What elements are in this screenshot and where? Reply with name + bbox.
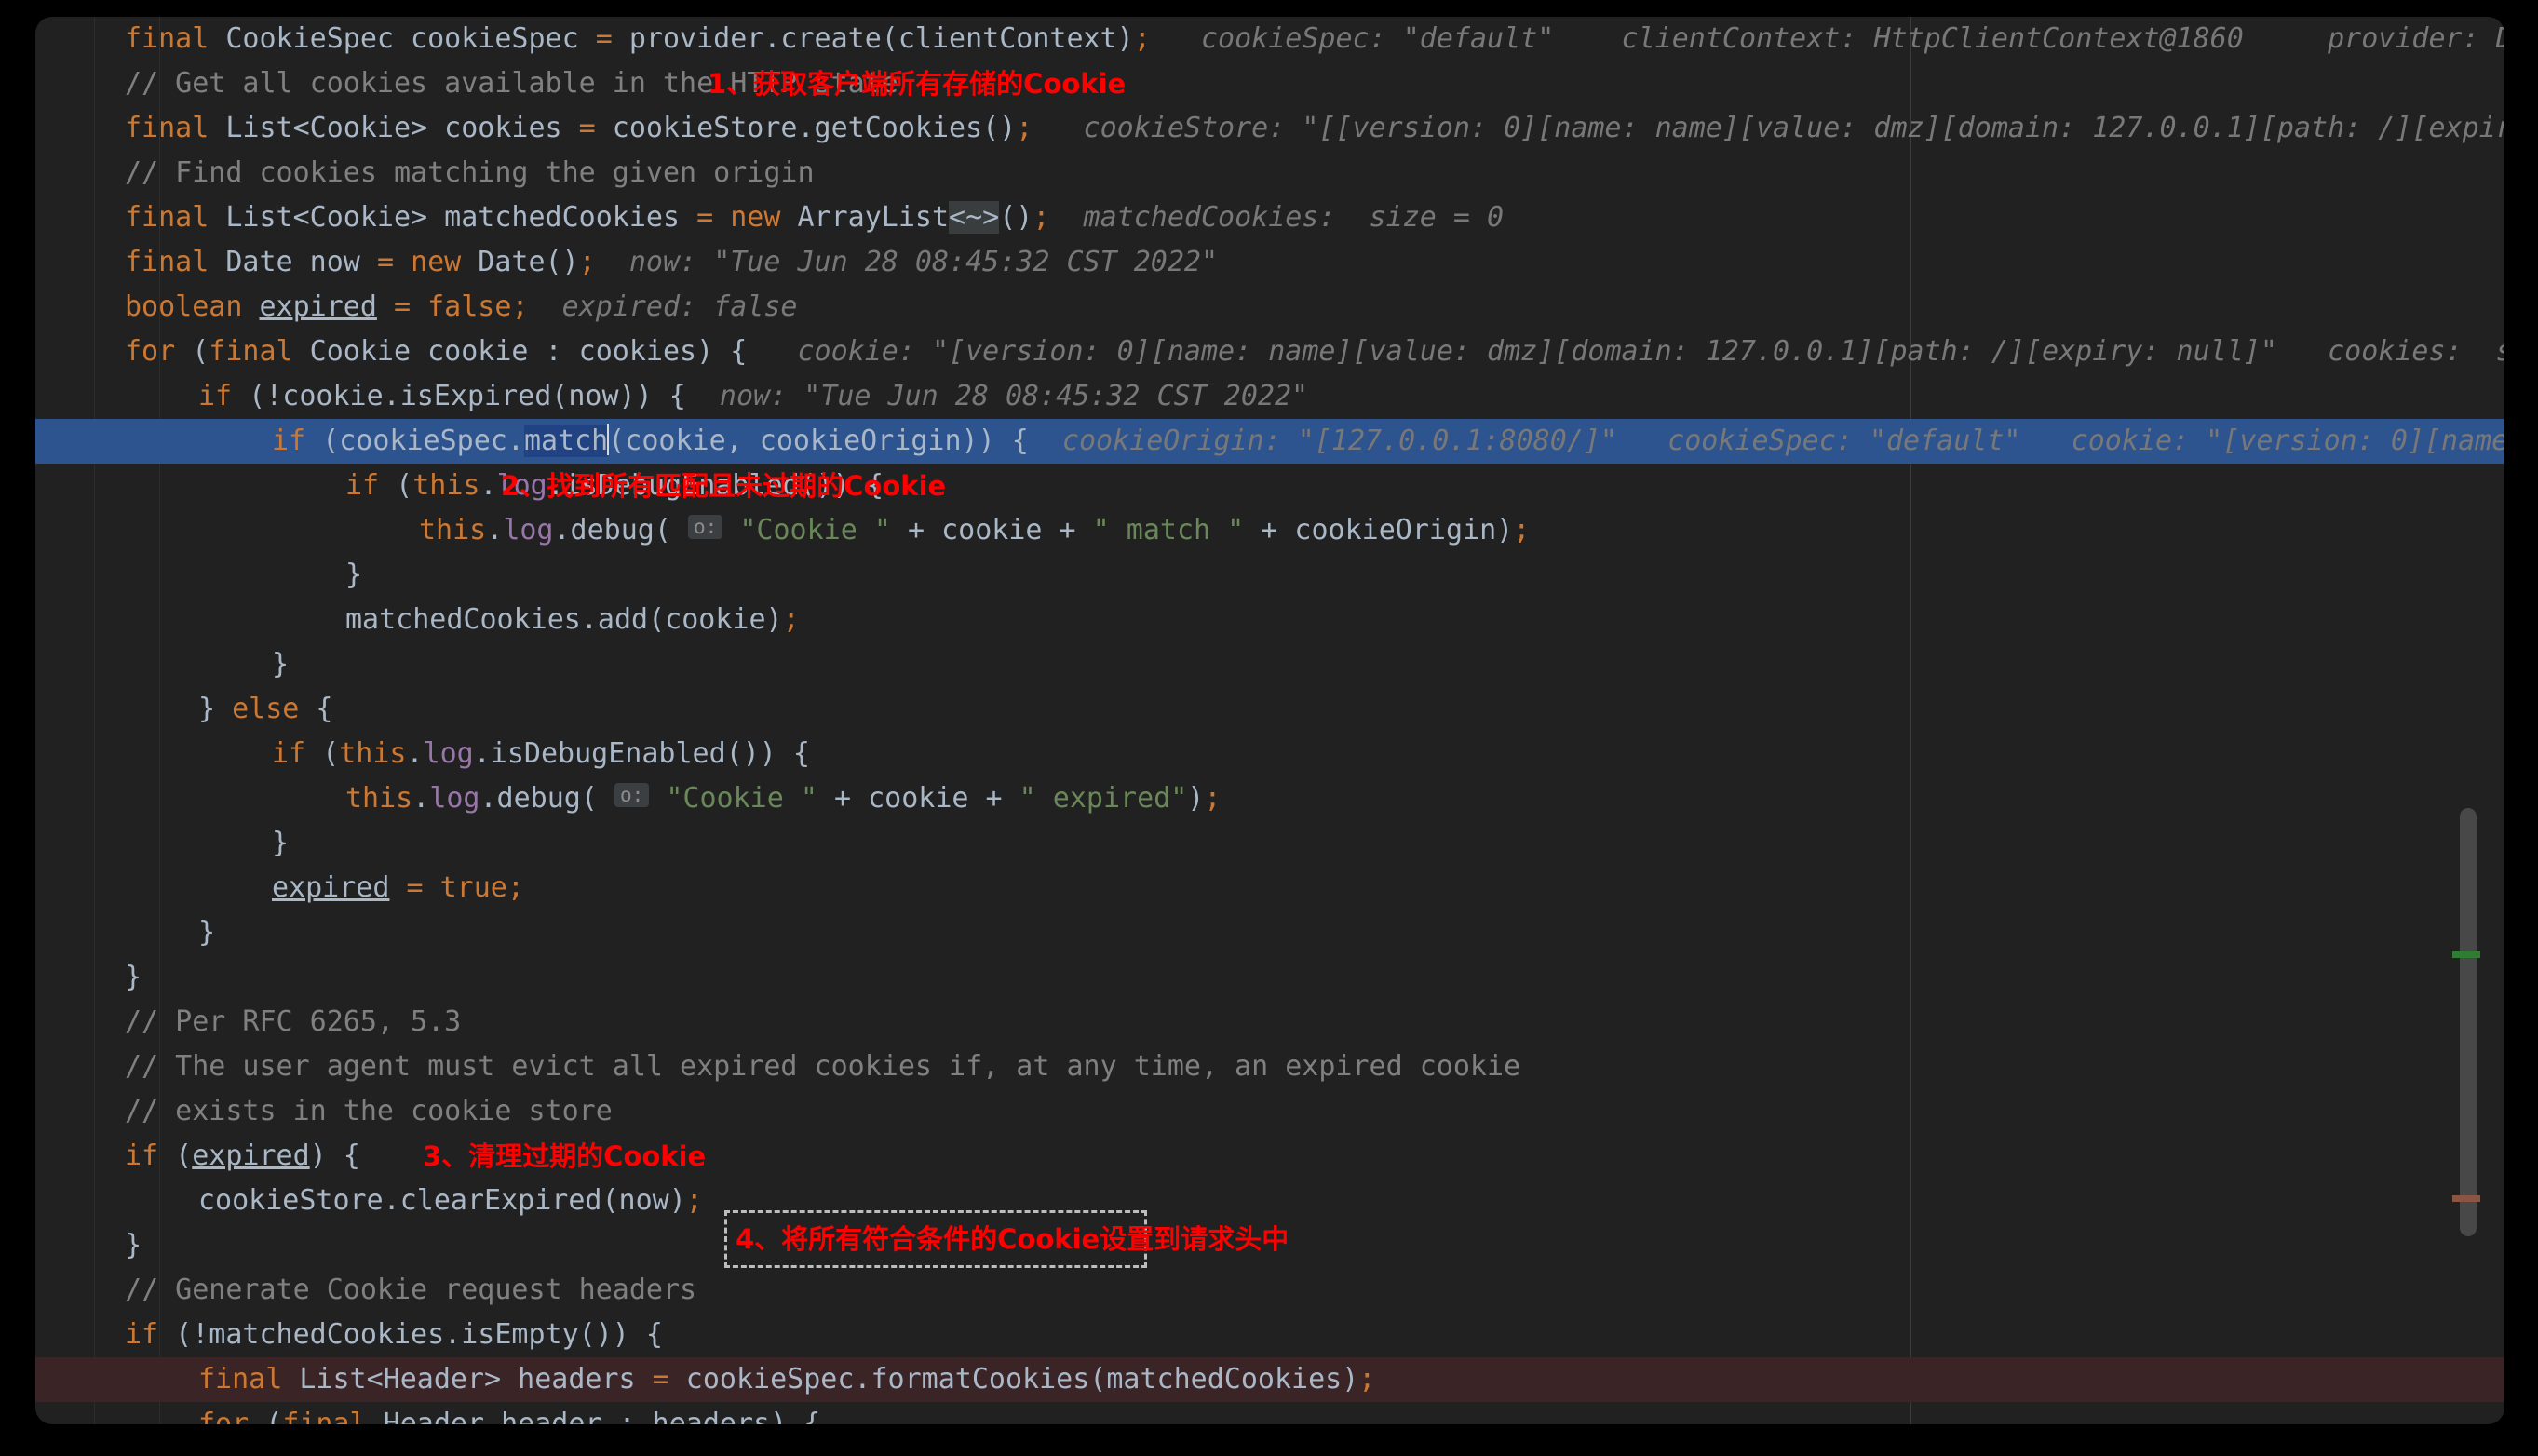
code-line[interactable]: final CookieSpec cookieSpec = provider.c… — [35, 17, 2504, 61]
annotation-step-3: 3、清理过期的Cookie — [423, 1140, 707, 1172]
code-line[interactable]: } — [35, 910, 2504, 955]
code-line[interactable]: } — [35, 642, 2504, 687]
annotation-step-4: 4、将所有符合条件的Cookie设置到请求头中 — [736, 1223, 1289, 1255]
code-line[interactable]: boolean expired = false; expired: false — [35, 285, 2504, 330]
vcs-added-marker[interactable] — [2452, 951, 2480, 958]
code-line[interactable]: this.log.debug( o: "Cookie " + cookie + … — [35, 776, 2504, 821]
code-line[interactable]: if (!matchedCookies.isEmpty()) { — [35, 1313, 2504, 1357]
code-line-comment[interactable]: // exists in the cookie store — [35, 1089, 2504, 1134]
param-hint-badge: o: — [614, 783, 650, 807]
code-line[interactable]: } — [35, 955, 2504, 1000]
code-line-comment[interactable]: // The user agent must evict all expired… — [35, 1045, 2504, 1089]
annotation-step-1: 1、获取客户端所有存储的Cookie — [708, 68, 1127, 100]
code-line[interactable]: } — [35, 553, 2504, 598]
code-line[interactable]: this.log.debug( o: "Cookie " + cookie + … — [35, 508, 2504, 553]
code-line-comment[interactable]: // Find cookies matching the given origi… — [35, 151, 2504, 195]
code-line[interactable]: if (this.log.isDebugEnabled()) { — [35, 464, 2504, 508]
code-line[interactable]: for (final Cookie cookie : cookies) { co… — [35, 330, 2504, 374]
code-editor-window: final CookieSpec cookieSpec = provider.c… — [35, 17, 2504, 1424]
code-line[interactable]: if (!cookie.isExpired(now)) { now: "Tue … — [35, 374, 2504, 419]
code-line[interactable]: final List<Cookie> matchedCookies = new … — [35, 195, 2504, 240]
code-line[interactable]: for (final Header header : headers) { — [35, 1402, 2504, 1424]
vertical-scrollbar-thumb[interactable] — [2460, 808, 2477, 1236]
code-line[interactable]: matchedCookies.add(cookie); — [35, 598, 2504, 642]
code-line-executed[interactable]: final List<Header> headers = cookieSpec.… — [35, 1357, 2504, 1402]
code-line-selected[interactable]: if (cookieSpec.match(cookie, cookieOrigi… — [35, 419, 2504, 464]
code-line-comment[interactable]: // Per RFC 6265, 5.3 — [35, 1000, 2504, 1045]
code-lines-container[interactable]: final CookieSpec cookieSpec = provider.c… — [35, 17, 2504, 1424]
code-line[interactable]: } else { — [35, 687, 2504, 732]
code-line[interactable]: if (this.log.isDebugEnabled()) { — [35, 732, 2504, 776]
code-line[interactable]: final List<Cookie> cookies = cookieStore… — [35, 106, 2504, 151]
code-line[interactable]: if (expired) { — [35, 1134, 2504, 1179]
code-line[interactable]: cookieStore.clearExpired(now); — [35, 1179, 2504, 1223]
code-line-comment[interactable]: // Generate Cookie request headers — [35, 1268, 2504, 1313]
error-stripe-marker[interactable] — [2452, 1195, 2480, 1202]
code-line-comment[interactable]: // Get all cookies available in the HTTP… — [35, 61, 2504, 106]
param-hint-badge: o: — [688, 515, 723, 539]
code-line[interactable]: } — [35, 821, 2504, 866]
code-line[interactable]: expired = true; — [35, 866, 2504, 910]
code-line[interactable]: final Date now = new Date(); now: "Tue J… — [35, 240, 2504, 285]
vertical-scrollbar-track[interactable] — [2456, 17, 2480, 1424]
annotation-step-2: 2、找到所有匹配且未过期的Cookie — [501, 470, 947, 502]
